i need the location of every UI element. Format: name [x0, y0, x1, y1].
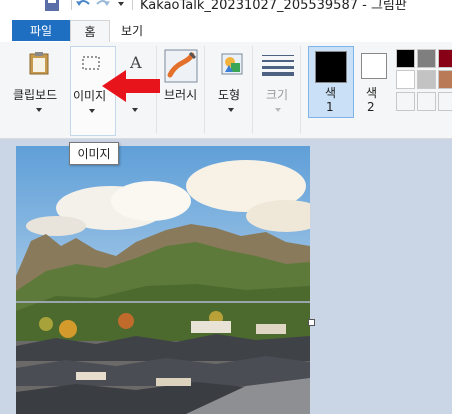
- brush-icon: [164, 49, 198, 83]
- color2-label-line2: 2: [367, 100, 375, 114]
- customize-dropdown-icon[interactable]: [116, 0, 126, 8]
- shapes-icon: [221, 53, 243, 75]
- redo-icon[interactable]: [94, 0, 112, 12]
- size-label: 크기: [266, 88, 289, 102]
- palette-color[interactable]: [396, 92, 415, 111]
- chevron-down-icon: [36, 108, 42, 112]
- palette-color[interactable]: [438, 49, 452, 68]
- tab-home[interactable]: 홈: [70, 20, 110, 42]
- palette-color[interactable]: [438, 70, 452, 89]
- resize-handle[interactable]: [308, 319, 315, 326]
- tab-file[interactable]: 파일: [12, 20, 70, 41]
- palette-color[interactable]: [396, 70, 415, 89]
- undo-icon[interactable]: [74, 0, 92, 12]
- canvas-image[interactable]: [16, 146, 310, 414]
- color2-label-line1: 색: [366, 86, 378, 100]
- save-icon[interactable]: [44, 0, 60, 12]
- palette-color[interactable]: [438, 92, 452, 111]
- photo-landscape: [16, 146, 310, 414]
- palette-color[interactable]: [417, 49, 436, 68]
- chevron-down-icon: [89, 109, 95, 113]
- palette-color[interactable]: [417, 70, 436, 89]
- palette-color[interactable]: [417, 92, 436, 111]
- shapes-button[interactable]: 도형: [208, 46, 253, 134]
- chevron-down-icon: [275, 108, 281, 112]
- color2-swatch: [361, 53, 387, 79]
- color1-label-line2: 1: [326, 100, 334, 114]
- chevron-down-icon: [132, 108, 138, 112]
- shapes-label: 도형: [218, 88, 241, 102]
- red-arrow-icon: [102, 70, 160, 102]
- size-icon: [262, 55, 294, 76]
- color1-swatch: [315, 51, 347, 83]
- brushes-button[interactable]: 브러시: [160, 46, 205, 134]
- tooltip: 이미지: [69, 142, 119, 165]
- window-title: KakaoTalk_20231027_205539587 - 그림판: [140, 0, 407, 13]
- tab-view[interactable]: 보기: [112, 20, 152, 41]
- title-separator: [132, 0, 133, 10]
- color1-label-line1: 색: [325, 86, 337, 100]
- clipboard-label: 클립보드: [13, 88, 58, 102]
- chevron-down-icon: [228, 108, 234, 112]
- size-button[interactable]: 크기: [256, 46, 301, 134]
- title-bar: KakaoTalk_20231027_205539587 - 그림판: [0, 0, 452, 20]
- clipboard-icon: [29, 52, 49, 75]
- clipboard-button[interactable]: 클립보드: [8, 46, 71, 134]
- brushes-label: 브러시: [164, 88, 198, 102]
- palette-color[interactable]: [396, 49, 415, 68]
